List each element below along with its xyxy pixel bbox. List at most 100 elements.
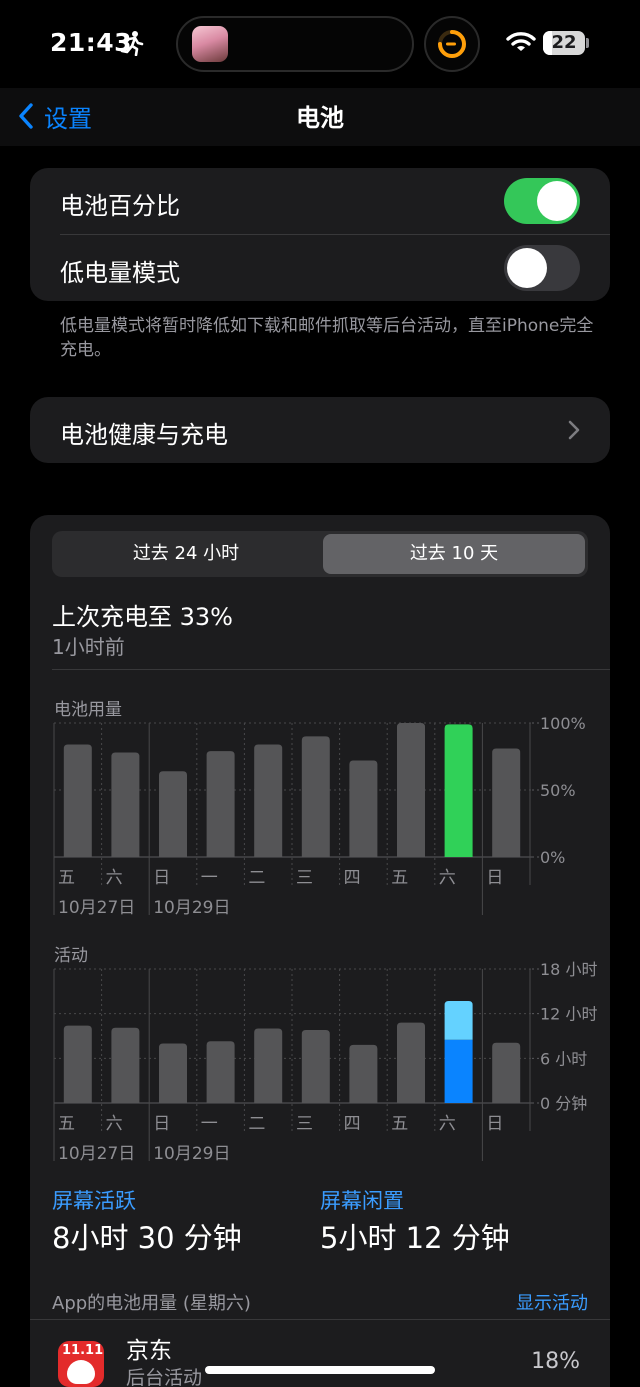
battery-usage-card: 过去 24 小时 过去 10 天 上次充电至 33% 1小时前 电池用量 100… [30,515,610,1387]
battery-percentage-label: 电池百分比 [60,192,180,220]
battery-health-row[interactable]: 电池健康与充电 [30,397,610,463]
timer-icon [438,30,466,58]
navigation-bar: 设置 电池 [0,88,640,146]
bar [492,748,521,857]
screen-on-label: 屏幕活跃 [52,1189,136,1213]
x-tick-label: 日 [486,1114,503,1134]
screen-idle-value: 5小时 12 分钟 [320,1221,510,1255]
y-tick-label: 6 小时 [540,1049,587,1068]
bar [301,1030,330,1103]
app-name: 京东 [126,1338,172,1364]
dynamic-island[interactable] [176,16,414,72]
y-tick-label: 50% [540,781,576,800]
battery-health-label: 电池健康与充电 [60,421,228,449]
app-subtitle: 后台活动 [126,1367,203,1387]
screen-on-value: 8小时 30 分钟 [52,1221,242,1255]
x-tick-label: 五 [391,868,408,888]
bar [63,744,92,857]
wifi-icon [506,32,536,51]
segment-last-10-days[interactable]: 过去 10 天 [323,534,585,574]
jd-dog-mascot [67,1360,95,1384]
battery-level-text: 22 [551,32,577,53]
bar-screen-idle [444,1001,473,1040]
last-charge-text: 上次充电至 33% [52,603,233,631]
bar [63,1025,92,1103]
fitness-running-icon [120,31,144,56]
bar [301,736,330,857]
x-tick-label: 六 [106,1114,123,1134]
bar [254,744,283,857]
bar [492,1042,521,1103]
bar [159,771,187,857]
low-power-footnote: 低电量模式将暂时降低如下载和邮件抓取等后台活动，直至iPhone完全充电。 [60,316,594,360]
x-tick-label: 日 [153,1114,170,1134]
bar [111,1027,140,1103]
battery-settings-group: 电池百分比 低电量模式 [30,168,610,301]
jd-icon: 11.11 [58,1341,104,1387]
y-tick-label: 12 小时 [540,1005,597,1024]
screen-idle-label: 屏幕闲置 [320,1189,404,1213]
x-tick-label: 一 [201,868,218,888]
app-battery-percent: 18% [531,1349,580,1374]
bar [397,1022,425,1103]
battery-icon: 22 [543,31,585,55]
date-label: 10月27日 [58,1144,135,1161]
app-usage-header: App的电池用量 (星期六) [52,1293,251,1314]
x-tick-label: 三 [296,1114,313,1134]
battery-cap [586,38,589,48]
chevron-right-icon [568,420,580,440]
bar [159,1043,187,1103]
bar [111,752,140,857]
toggle-knob [507,248,547,288]
toggle-knob [537,181,577,221]
date-label: 10月29日 [153,898,230,918]
timer-live-activity[interactable] [424,16,480,72]
x-tick-label: 二 [248,868,265,888]
segment-last-24-hours[interactable]: 过去 24 小时 [55,534,317,574]
jd-icon-tag: 11.11 [62,1343,104,1358]
date-label: 10月29日 [153,1144,230,1161]
bar [206,751,235,857]
x-tick-label: 四 [344,868,361,888]
x-tick-label: 五 [58,868,75,888]
x-tick-label: 二 [248,1114,265,1134]
y-tick-label: 0% [540,848,565,867]
x-tick-label: 三 [296,868,313,888]
page-title: 电池 [296,104,344,132]
section-divider [52,669,610,670]
low-power-label: 低电量模式 [60,259,180,287]
status-bar: 21:43 22 [0,0,640,90]
battery-percentage-row: 电池百分比 [30,168,610,234]
x-tick-label: 五 [391,1114,408,1134]
bar [349,760,378,857]
bar-screen-on [444,1039,473,1103]
battery-percentage-toggle[interactable] [504,178,580,224]
x-tick-label: 六 [439,868,456,888]
bar [444,724,473,857]
date-label: 10月27日 [58,898,135,918]
y-tick-label: 100% [540,715,586,733]
show-activity-button[interactable]: 显示活动 [516,1289,588,1315]
x-tick-label: 六 [439,1114,456,1134]
bar [349,1044,378,1103]
x-tick-label: 五 [58,1114,75,1134]
row-separator [30,1319,610,1320]
x-tick-label: 一 [201,1114,218,1134]
y-tick-label: 18 小时 [540,961,597,979]
low-power-toggle[interactable] [504,245,580,291]
x-tick-label: 日 [153,868,170,888]
live-activity-thumbnail [192,26,228,62]
bar [206,1041,235,1103]
time-range-segmented-control: 过去 24 小时 过去 10 天 [52,531,588,577]
home-indicator[interactable] [205,1366,435,1374]
x-tick-label: 六 [106,868,123,888]
activity-chart[interactable]: 18 小时 12 小时 6 小时 0 分钟五 六 日 一 二 三 四 五 六 日 10月27日 10月29日 [30,961,610,1161]
battery-level-chart[interactable]: 100% 50% 0% 五 六 日 一 二 三 四 五 六 日 10月27日 10月29日 [30,715,610,925]
y-tick-label: 0 分钟 [540,1094,587,1113]
last-charge-ago: 1小时前 [52,635,125,659]
bar [254,1028,283,1103]
x-tick-label: 日 [486,868,503,888]
bar [397,723,425,857]
low-power-row: 低电量模式 [30,235,610,301]
x-tick-label: 四 [344,1114,361,1134]
